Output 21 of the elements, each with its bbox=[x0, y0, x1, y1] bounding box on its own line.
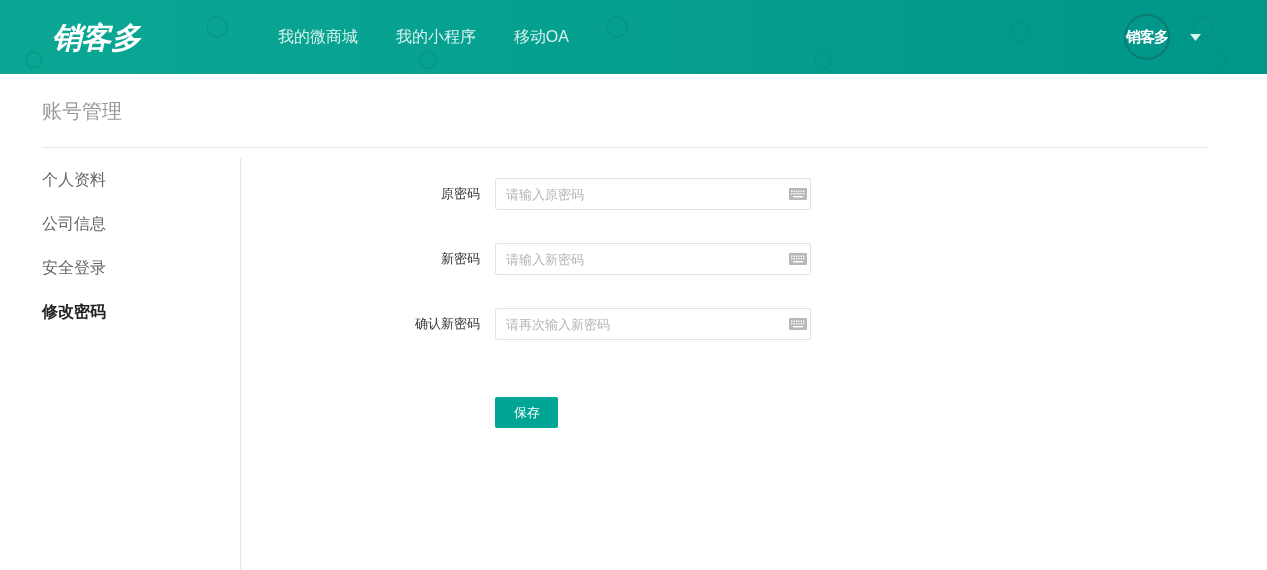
sidebar-item[interactable]: 修改密码 bbox=[42, 300, 106, 324]
password-field[interactable]: 请再次输入新密码 bbox=[495, 308, 811, 340]
keyboard-icon bbox=[789, 188, 807, 200]
field-label: 原密码 bbox=[440, 185, 481, 204]
sidebar-item[interactable]: 安全登录 bbox=[42, 256, 106, 280]
nav-link[interactable]: 我的微商城 bbox=[277, 25, 358, 49]
sidebar-item[interactable]: 个人资料 bbox=[42, 168, 106, 192]
nav-link[interactable]: 移动OA bbox=[513, 25, 569, 49]
keyboard-icon bbox=[789, 318, 807, 330]
nav-link[interactable]: 我的小程序 bbox=[395, 25, 476, 49]
password-field[interactable]: 请输入新密码 bbox=[495, 243, 811, 275]
sidebar-item[interactable]: 公司信息 bbox=[42, 212, 106, 236]
field-label: 新密码 bbox=[440, 250, 481, 269]
password-field[interactable]: 请输入原密码 bbox=[495, 178, 811, 210]
field-label: 确认新密码 bbox=[414, 315, 481, 334]
save-button[interactable]: 保存 bbox=[495, 397, 558, 428]
page-title: 账号管理 bbox=[42, 98, 122, 124]
avatar[interactable]: 销客多 bbox=[1124, 14, 1170, 60]
logo[interactable]: 销客多 bbox=[52, 14, 140, 60]
keyboard-icon bbox=[789, 253, 807, 265]
caret-icon[interactable] bbox=[1190, 33, 1201, 41]
